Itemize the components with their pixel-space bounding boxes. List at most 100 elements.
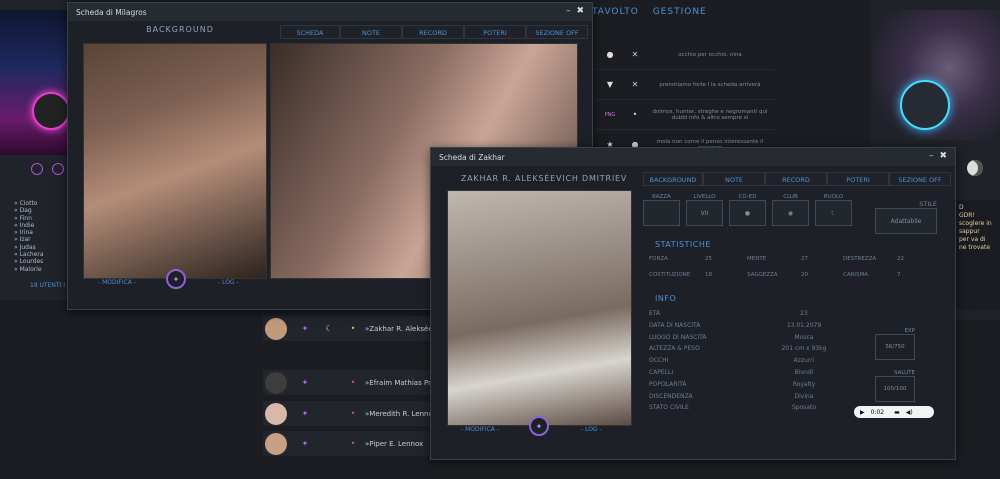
log-link[interactable]: - LOG - xyxy=(218,279,239,286)
close-icon[interactable]: ✖ xyxy=(576,6,584,16)
online-name[interactable]: » Lourdes xyxy=(14,258,44,265)
stile-block: STILE Adattabile xyxy=(875,200,937,234)
tab-record[interactable]: RECORD xyxy=(765,172,827,186)
wing-icon: ✦ xyxy=(301,324,309,333)
note-row: ▼ ✕ prenotiamo forte l la scheda arriverà xyxy=(595,70,775,100)
header-row: BACKGROUND SCHEDA NOTE RECORD POTERI SEZ… xyxy=(80,25,588,41)
note-row: ● ✕ occhio per occhio. nina xyxy=(595,40,775,70)
online-name[interactable]: » Izar xyxy=(14,236,44,243)
strip-line: sappur xyxy=(959,228,980,235)
dot-icon: • xyxy=(350,324,356,333)
online-name[interactable]: » Lachera xyxy=(14,251,44,258)
tab-poteri[interactable]: POTERI xyxy=(464,25,526,39)
city-banner-image xyxy=(0,10,70,155)
character-name: ZAKHAR R. ALEKSÉEVICH DMITRIEV xyxy=(460,174,628,183)
swords-icon: ✕ xyxy=(631,80,639,89)
user-avatar[interactable] xyxy=(32,92,70,130)
chat-row[interactable]: ✦ ☾ • »Zakhar R. Alekséé xyxy=(263,316,433,341)
modifica-link[interactable]: - MODIFICA - xyxy=(461,426,499,433)
stats-grid: FORZA 25 MENTE 27 DESTREZZA 22 COSTITUZIONE… xyxy=(649,256,904,278)
info-row: DISCENDENZA Divina xyxy=(649,392,814,400)
info-title: INFO xyxy=(655,294,677,303)
menu-gestione[interactable]: GESTIONE xyxy=(653,7,707,17)
info-row: ETÀ 23 xyxy=(649,310,808,317)
power-icon[interactable] xyxy=(31,163,43,175)
online-name[interactable]: » Ciotto xyxy=(14,200,44,207)
dot-icon: • xyxy=(632,110,638,119)
info-row: ALTEZZA & PESO 201 cm x 93kg xyxy=(649,345,827,353)
tab-sezione-off[interactable]: SEZIONE OFF xyxy=(889,172,951,186)
avatar xyxy=(265,432,287,455)
log-link[interactable]: - LOG - xyxy=(581,426,602,433)
swords-icon: ✕ xyxy=(631,50,639,59)
close-icon[interactable]: ✖ xyxy=(939,151,947,161)
refresh-icon[interactable] xyxy=(52,163,64,175)
moon-icon[interactable] xyxy=(967,160,983,176)
tab-sezione-off[interactable]: SEZIONE OFF xyxy=(526,25,588,39)
wing-icon: ✦ xyxy=(301,378,309,387)
strip-line: ne trovate xyxy=(959,244,991,251)
chat-row[interactable]: ✦ • »Efraim Mathias Pr xyxy=(263,370,433,395)
avatar xyxy=(265,317,287,340)
tabbar: SCHEDA NOTE RECORD POTERI SEZIONE OFF xyxy=(280,25,588,39)
info-row: CAPELLI Biondi xyxy=(649,368,814,376)
users-online-count[interactable]: 18 UTENTI I xyxy=(30,282,65,289)
online-name[interactable]: » Judas xyxy=(14,244,44,251)
wing-icon: ✦ xyxy=(301,439,309,448)
star-button[interactable]: ✦ xyxy=(166,269,186,289)
dot-icon: • xyxy=(350,409,356,418)
strip-line: scoglere in xyxy=(959,220,992,227)
play-icon[interactable]: ▶ xyxy=(860,409,865,416)
online-name[interactable]: » Irina xyxy=(14,229,44,236)
info-row: LUOGO DI NASCITA Mosca xyxy=(649,333,814,341)
section-title: BACKGROUND xyxy=(146,25,214,34)
right-news-strip: D GDR! scoglere in sappur per va di ne trovat… xyxy=(955,200,1000,310)
png-badge-icon: PNG xyxy=(604,111,616,118)
tab-poteri[interactable]: POTERI xyxy=(827,172,889,186)
tab-note[interactable]: NOTE xyxy=(340,25,402,39)
window-title-bar[interactable]: Scheda di Zakhar – ✖ xyxy=(431,148,955,166)
info-table: ETÀ 23 DATA DI NASCITA 13.01.2079 LUOGO DI… xyxy=(649,310,879,416)
menu-tavolto[interactable]: TAVOLTO xyxy=(592,7,639,17)
volume-icon[interactable]: ◀) xyxy=(906,409,913,416)
minimize-icon[interactable]: – xyxy=(566,6,571,16)
tab-note[interactable]: NOTE xyxy=(703,172,765,186)
online-name[interactable]: » Dag xyxy=(14,207,44,214)
exp-block: EXP 56/750 xyxy=(875,328,915,360)
online-name[interactable]: » Malorie xyxy=(14,266,44,273)
online-name[interactable]: » Indie xyxy=(14,222,44,229)
chat-row[interactable]: ✦ • »Piper E. Lennox xyxy=(263,431,433,456)
club-icon: ◉ xyxy=(772,200,809,226)
attr-co-ed: CO-ED ● xyxy=(729,194,766,226)
moon-icon: ☾ xyxy=(325,324,333,333)
chevron-icon: ▼ xyxy=(606,80,614,89)
top-menu: TAVOLTO GESTIONE xyxy=(592,7,717,17)
tab-record[interactable]: RECORD xyxy=(402,25,464,39)
info-row: STATO CIVILE Sposato xyxy=(649,404,817,412)
right-avatar[interactable] xyxy=(900,80,950,130)
strip-line: per va di xyxy=(959,236,986,243)
bubble-icon: ● xyxy=(729,200,766,226)
attr-ruolo: RUOLO ☾ xyxy=(815,194,852,226)
dot-icon: • xyxy=(350,439,356,448)
info-row: DATA DI NASCITA 13.01.2079 xyxy=(649,321,822,329)
statistiche-title: STATISTICHE xyxy=(655,240,711,249)
chat-row[interactable]: ✦ • »Meredith R. Lenno xyxy=(263,401,433,426)
tab-background[interactable]: BACKGROUND xyxy=(643,172,703,186)
tabbar: BACKGROUND NOTE RECORD POTERI SEZIONE OF… xyxy=(643,172,951,186)
star-button[interactable]: ✦ xyxy=(529,416,549,436)
progress-slider[interactable]: ▬ xyxy=(894,409,900,416)
window-title-bar[interactable]: Scheda di Milagros – ✖ xyxy=(68,3,592,21)
audio-player[interactable]: ▶ 0:02 ▬ ◀) xyxy=(854,406,934,418)
online-name[interactable]: » Finn xyxy=(14,215,44,222)
strip-line: GDR! xyxy=(959,212,975,219)
modifica-link[interactable]: - MODIFICA - xyxy=(98,279,136,286)
tab-scheda[interactable]: SCHEDA xyxy=(280,25,340,39)
attr-razza: RAZZA xyxy=(643,194,680,226)
info-row: OCCHI Azzurri xyxy=(649,357,815,365)
attr-club: CLUB ◉ xyxy=(772,194,809,226)
avatar xyxy=(265,371,287,394)
minimize-icon[interactable]: – xyxy=(929,151,934,161)
character-photo xyxy=(447,190,632,426)
circle-icon: ● xyxy=(606,50,614,59)
